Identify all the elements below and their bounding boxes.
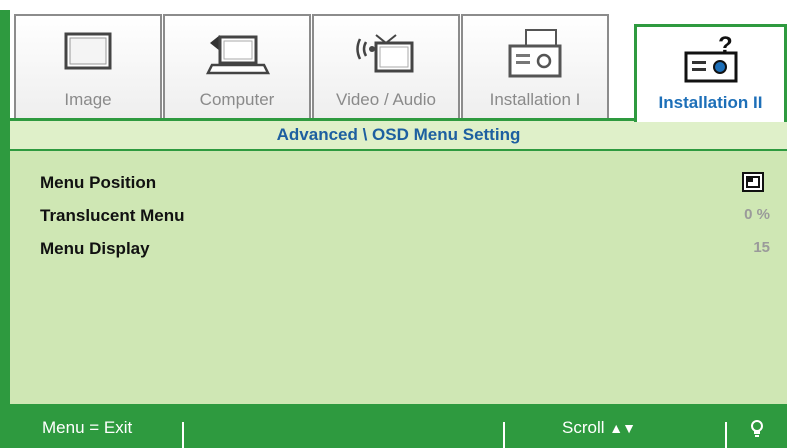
divider: [725, 422, 727, 448]
scroll-hint: Scroll ▲▼: [562, 408, 636, 448]
row-label: Menu Display: [40, 239, 150, 258]
monitor-icon: [16, 28, 160, 80]
tab-computer[interactable]: Computer: [163, 14, 311, 119]
row-label: Translucent Menu: [40, 206, 185, 225]
translucent-menu-row[interactable]: Translucent Menu 0 %: [40, 206, 770, 232]
scroll-arrows-icon: ▲▼: [609, 420, 636, 436]
tab-installation-1[interactable]: Installation I: [461, 14, 609, 119]
menu-position-icon: [742, 172, 764, 192]
tab-video-audio[interactable]: Video / Audio: [312, 14, 460, 119]
tab-label: Image: [64, 90, 112, 109]
row-value: 15: [753, 239, 770, 256]
menu-position-row[interactable]: Menu Position: [40, 172, 770, 199]
status-bar: Menu = Exit Scroll ▲▼: [10, 408, 787, 448]
top-strip: [0, 0, 787, 10]
projector-icon: [463, 28, 607, 80]
settings-panel: Advanced \ OSD Menu Setting Menu Positio…: [10, 118, 787, 404]
tab-label: Computer: [199, 90, 275, 109]
row-value: 0 %: [744, 206, 770, 223]
tab-label: Installation II: [658, 93, 763, 112]
tab-installation-2[interactable]: ? Installation II: [634, 24, 787, 122]
tv-wireless-icon: [314, 28, 458, 80]
divider: [182, 422, 184, 448]
row-label: Menu Position: [40, 173, 157, 192]
projector-help-icon: ?: [637, 33, 784, 85]
panel-title: Advanced \ OSD Menu Setting: [10, 121, 787, 151]
lightbulb-icon: [750, 419, 764, 439]
menu-display-row[interactable]: Menu Display 15: [40, 239, 770, 265]
tab-label: Video / Audio: [336, 90, 436, 109]
divider: [503, 422, 505, 448]
tab-image[interactable]: Image: [14, 14, 162, 119]
scroll-label: Scroll: [562, 418, 605, 437]
laptop-icon: [165, 28, 309, 80]
menu-exit-hint: Menu = Exit: [42, 418, 133, 437]
tab-label: Installation I: [489, 90, 581, 109]
